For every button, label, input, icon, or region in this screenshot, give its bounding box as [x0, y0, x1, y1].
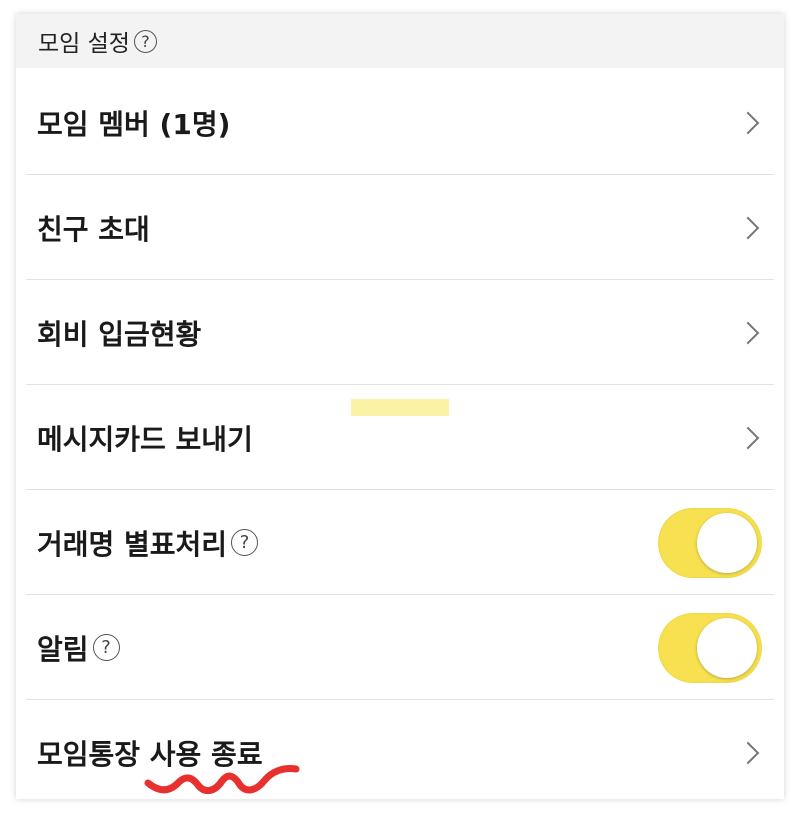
- red-underline-annotation: [144, 765, 300, 794]
- menu-item-end-account[interactable]: 모임통장 사용 종료: [16, 700, 784, 799]
- toggle-knob: [697, 512, 757, 573]
- menu-item-invite-friends[interactable]: 친구 초대: [16, 175, 784, 280]
- chevron-right-icon: [736, 321, 760, 344]
- setting-transaction-star: 거래명 별표처리 ?: [16, 490, 784, 595]
- menu-item-dues-status[interactable]: 회비 입금현황: [16, 280, 784, 385]
- highlight-mark: [351, 399, 449, 416]
- setting-label-text: 알림: [37, 632, 89, 666]
- menu-item-label: 모임 멤버 (1명): [37, 107, 231, 141]
- help-icon[interactable]: ?: [231, 529, 259, 556]
- menu-item-members[interactable]: 모임 멤버 (1명): [16, 70, 784, 175]
- setting-label: 거래명 별표처리 ?: [37, 523, 259, 563]
- toggle-knob: [697, 617, 757, 678]
- setting-label-text: 거래명 별표처리: [37, 527, 228, 561]
- help-icon[interactable]: ?: [92, 634, 120, 661]
- settings-card: 모임 설정 ? 모임 멤버 (1명) 친구 초대 회비 입금현황 메시지카드 보…: [16, 14, 784, 799]
- chevron-right-icon: [736, 741, 760, 764]
- menu-item-label: 메시지카드 보내기: [37, 422, 253, 456]
- setting-label: 알림 ?: [37, 628, 120, 668]
- transaction-star-toggle[interactable]: [658, 507, 762, 578]
- section-header: 모임 설정 ?: [16, 14, 784, 68]
- help-icon[interactable]: ?: [133, 29, 157, 53]
- menu-item-label: 친구 초대: [37, 212, 150, 246]
- menu-item-label: 회비 입금현황: [37, 317, 202, 351]
- notification-toggle[interactable]: [658, 612, 762, 683]
- section-title: 모임 설정: [38, 31, 130, 57]
- setting-notification: 알림 ?: [16, 595, 784, 700]
- chevron-right-icon: [736, 216, 760, 239]
- chevron-right-icon: [736, 426, 760, 449]
- chevron-right-icon: [736, 111, 760, 134]
